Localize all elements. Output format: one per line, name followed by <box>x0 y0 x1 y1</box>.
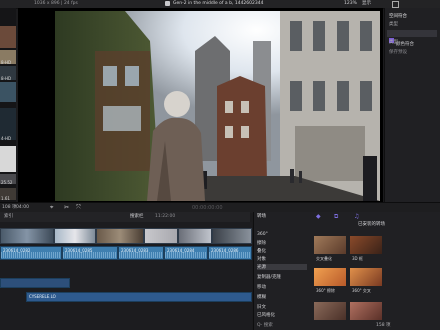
timeline-header: 索引 搜索栏 11:22:00 <box>0 212 250 222</box>
browser-clip[interactable] <box>0 26 16 48</box>
transition-thumb[interactable] <box>314 268 346 286</box>
transition-thumb[interactable] <box>314 236 346 254</box>
audio-clip[interactable]: 230614_0282 <box>0 246 62 260</box>
view-menu[interactable]: 显示 <box>362 1 371 6</box>
transition-thumb[interactable] <box>350 236 382 254</box>
media-browser: 8-HD 8-HD 4-HD 25.52 1.61 <box>0 8 16 208</box>
audio-clip[interactable]: 230614_0284 <box>164 246 208 260</box>
category-item[interactable]: 已风格化 <box>257 312 275 318</box>
layout-icon[interactable] <box>392 1 399 8</box>
transition-label: 360° 擦除 <box>316 288 335 293</box>
browser-clip[interactable]: 1.61 <box>0 188 16 201</box>
position-tool-icon[interactable]: ⤧ <box>76 204 81 212</box>
video-frame <box>55 11 380 201</box>
audio-clip[interactable]: 230614_0283 <box>118 246 164 260</box>
inspector-title: 空间符合 <box>389 14 407 19</box>
inspector-row-selected[interactable]: 颜色符合 <box>387 30 437 47</box>
inspector: 空间符合 类型 颜色符合 类型 保存预设 <box>384 8 440 208</box>
search-field[interactable]: Q- 搜索 <box>257 323 273 328</box>
save-preset-button[interactable]: 保存预设 <box>389 50 407 55</box>
category-item[interactable]: 对象 <box>257 256 266 262</box>
filter-icon[interactable]: ◆ <box>316 213 321 220</box>
browser-clip[interactable]: 25.52 <box>0 174 16 185</box>
installed-transitions-label: 已安装的转场 <box>358 222 385 227</box>
audio-icon[interactable]: ♫ <box>354 213 359 220</box>
select-tool-icon[interactable]: ⌖ <box>50 204 53 212</box>
browser-clip[interactable]: 8-HD <box>0 50 16 65</box>
inspector-row[interactable]: 类型 <box>389 40 398 45</box>
clip-icon <box>165 1 170 6</box>
music-clip[interactable]: CYSERELE.LO <box>26 292 252 302</box>
video-clip[interactable] <box>54 228 96 244</box>
timeline-timecode: 11:22:00 <box>155 214 176 219</box>
zoom-level[interactable]: 123% <box>344 1 357 6</box>
audio-clip[interactable]: 230614_0285 <box>62 246 118 260</box>
scene-image <box>55 11 380 201</box>
category-item[interactable]: 模糊 <box>257 294 266 300</box>
selection-count: 108 项 <box>2 205 17 210</box>
transition-label: 360° 交叉 <box>352 288 371 293</box>
index-label[interactable]: 索引 <box>4 214 13 219</box>
selection-duration: 04:00 <box>16 205 29 210</box>
category-item[interactable]: 旧文 <box>257 304 266 310</box>
category-item[interactable]: 移动 <box>257 284 266 290</box>
transition-thumb[interactable] <box>350 268 382 286</box>
video-clip[interactable] <box>96 228 144 244</box>
category-item[interactable]: 360° <box>257 232 268 237</box>
category-item[interactable]: 擦除 <box>257 240 266 246</box>
effects-count: 158 项 <box>376 323 391 328</box>
category-item-selected[interactable]: 光源 <box>257 264 307 270</box>
category-item[interactable]: 复制器/克隆 <box>257 274 281 280</box>
audio-clip[interactable]: 230614_0286 <box>208 246 252 260</box>
video-clip[interactable] <box>144 228 178 244</box>
effects-browser: 转场 ◆ ⧉ ♫ 已安装的转场 360° 擦除 叠化 对象 光源 复制器/克隆 … <box>253 212 440 330</box>
transition-label: 交叉叠化 <box>316 256 332 261</box>
format-info: 1036 x 896 | 24 fps <box>34 1 78 6</box>
audio-lane-clip[interactable] <box>0 278 70 288</box>
video-clip[interactable] <box>212 228 252 244</box>
category-item[interactable]: 叠化 <box>257 248 266 254</box>
inspector-row[interactable]: 类型 <box>389 22 398 27</box>
transitions-icon[interactable]: ⧉ <box>334 213 338 221</box>
project-name[interactable]: 搜索栏 <box>130 214 144 219</box>
transition-thumb[interactable] <box>314 302 346 320</box>
viewer-timecode: 00:00:00:00 <box>192 205 223 211</box>
trim-tool-icon[interactable]: ✂ <box>64 204 69 211</box>
browser-clip[interactable]: 8-HD <box>0 66 16 81</box>
browser-clip[interactable] <box>0 146 16 172</box>
video-clip[interactable] <box>178 228 212 244</box>
video-clip[interactable] <box>0 228 54 244</box>
transition-thumb[interactable] <box>350 302 382 320</box>
browser-clip[interactable] <box>0 82 16 102</box>
timeline: 230614_0282 230614_0285 230614_0283 2306… <box>0 222 252 330</box>
window-title: Gen-2 in the middle of a b, 1442602344 <box>173 1 264 6</box>
transition-label: 3D 框 <box>352 256 363 261</box>
effects-header: 转场 <box>257 214 266 219</box>
browser-clip[interactable]: 4-HD <box>0 108 16 141</box>
